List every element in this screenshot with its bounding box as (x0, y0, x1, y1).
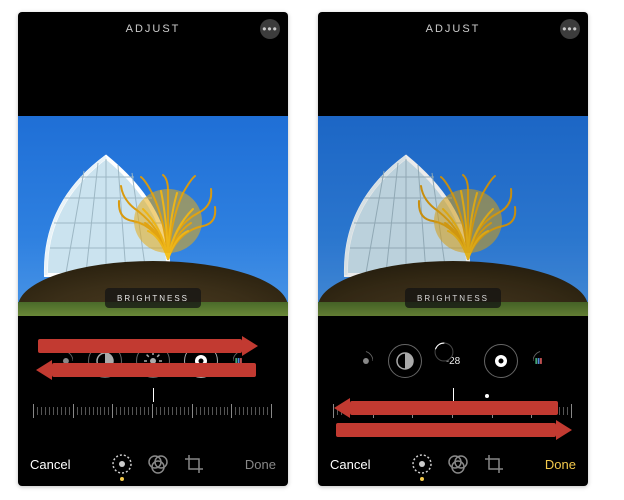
annotation-arrow-right (336, 420, 572, 440)
adjust-tab-icon[interactable] (411, 453, 433, 475)
footer: Cancel Done (18, 442, 288, 486)
adjust-highlights-icon[interactable] (484, 344, 518, 378)
done-button[interactable]: Done (245, 457, 276, 472)
active-tab-indicator (420, 477, 424, 481)
adjustment-badge: BRIGHTNESS (405, 288, 501, 308)
adjust-auto-icon[interactable] (352, 344, 374, 378)
photo-preview: BRIGHTNESS (18, 116, 288, 316)
more-button[interactable]: ••• (260, 19, 280, 39)
filters-tab-icon[interactable] (147, 453, 169, 475)
sculpture (413, 171, 523, 261)
phone-left: ADJUST ••• (18, 12, 288, 486)
cancel-button[interactable]: Cancel (30, 457, 70, 472)
cancel-button[interactable]: Cancel (330, 457, 370, 472)
value-slider[interactable] (18, 396, 288, 426)
filters-tab-icon[interactable] (447, 453, 469, 475)
adjust-exposure-icon[interactable] (388, 344, 422, 378)
done-button[interactable]: Done (545, 457, 576, 472)
header: ADJUST ••• (318, 12, 588, 46)
adjust-shadows-icon[interactable] (532, 344, 554, 378)
phone-right: ADJUST ••• (318, 12, 588, 486)
adjustment-carousel[interactable] (18, 338, 288, 384)
crop-tab-icon[interactable] (483, 453, 505, 475)
slider-ticks (33, 402, 273, 420)
value-slider[interactable] (318, 396, 588, 426)
annotation-arrow-right (38, 336, 258, 356)
header-title: ADJUST (126, 23, 181, 35)
active-tab-indicator (120, 477, 124, 481)
adjust-tab-icon[interactable] (111, 453, 133, 475)
crop-tab-icon[interactable] (183, 453, 205, 475)
photo-preview: BRIGHTNESS (318, 116, 588, 316)
more-button[interactable]: ••• (560, 19, 580, 39)
footer: Cancel Done (318, 442, 588, 486)
annotation-arrow-left (36, 360, 256, 380)
header-title: ADJUST (426, 23, 481, 35)
adjustment-badge: BRIGHTNESS (105, 288, 201, 308)
adjustment-carousel[interactable]: -28 (318, 338, 588, 384)
adjust-brightness-value[interactable]: -28 (436, 344, 470, 378)
slider-marker (153, 388, 154, 402)
sculpture (113, 171, 223, 261)
header: ADJUST ••• (18, 12, 288, 46)
annotation-arrow-left (334, 398, 558, 418)
